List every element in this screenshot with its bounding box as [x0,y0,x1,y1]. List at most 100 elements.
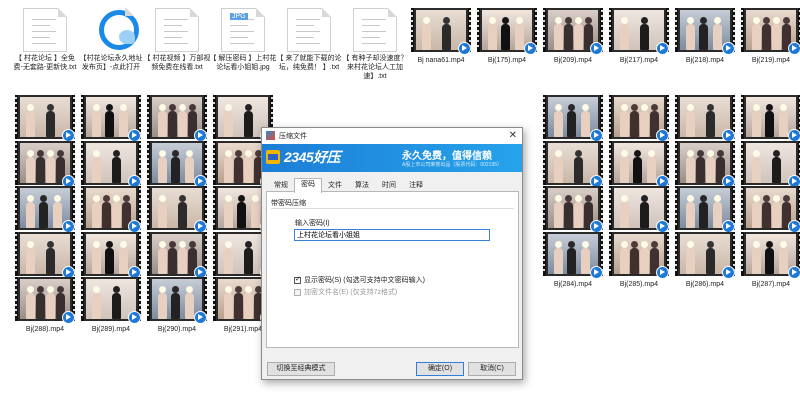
text-line [32,19,56,20]
video-thumbnail [675,232,735,279]
video-file[interactable]: Bj(277).mp4 [147,232,207,288]
show-password-checkbox[interactable] [294,275,301,284]
person-figure [574,202,583,228]
video-file[interactable]: Bj(273).mp4 [15,232,75,288]
video-file[interactable]: Bj(257).mp4 [15,186,75,242]
person-figure [686,202,695,228]
dialog-titlebar[interactable]: 压缩文件 ✕ [262,128,522,144]
video-file[interactable]: Bj(284).mp4 [543,232,603,288]
video-file[interactable]: Bj(254).mp4 [675,141,735,197]
person-figure [580,111,590,137]
video-thumbnail [741,95,800,142]
video-thumbnail [543,141,603,188]
ok-button[interactable]: 确定(O) [416,362,464,376]
file-name: Bj(175).mp4 [487,57,527,64]
person-figure [168,111,177,137]
video-file[interactable]: Bj(240).mp4 [147,141,207,197]
video-file[interactable]: Bj(175).mp4 [477,8,537,64]
video-file[interactable]: Bj(232).mp4 [675,95,735,151]
person-figure [620,111,629,137]
video-file[interactable]: Bj(285).mp4 [609,232,669,288]
text-file[interactable]: 【 村花论坛 】全免费-无套路-更新快.txt [14,8,77,71]
video-file[interactable]: Bj(274).mp4 [81,232,141,288]
video-file[interactable]: Bj(260).mp4 [147,186,207,242]
video-file[interactable]: Bj nana61.mp4 [411,8,471,64]
group-divider [271,208,514,209]
text-line [362,37,380,38]
close-icon[interactable]: ✕ [509,130,517,141]
video-file[interactable]: Bj(253).mp4 [609,141,669,197]
video-file[interactable]: Bj(233).mp4 [741,95,800,151]
person-figure [158,157,167,183]
person-figure [224,293,233,319]
person-figure [567,248,577,274]
video-file[interactable]: Bj(217).mp4 [609,8,669,64]
video-file[interactable]: Bj(290).mp4 [147,277,207,333]
video-file[interactable]: Bj(209).mp4 [543,8,603,64]
browser-drop-icon [119,30,135,44]
video-file[interactable]: Bj(220).mp4 [15,95,75,151]
video-thumbnail [543,95,603,142]
video-file[interactable]: Bj(235).mp4 [81,141,141,197]
video-file[interactable]: Bj(286).mp4 [675,232,735,288]
person-figure [158,111,167,137]
person-figure [105,111,115,137]
person-figure [762,202,771,228]
file-name: Bj(288).mp4 [25,326,65,333]
video-file[interactable]: Bj(269).mp4 [741,186,800,242]
person-figure [762,24,771,50]
play-badge-icon [128,311,141,324]
encrypt-filenames-label: 加密文件名(E) (仅支持7z格式) [304,289,398,296]
person-figure [564,24,573,50]
image-file[interactable]: JPG 【 解压密码 】上村花论坛看小姐姐.jpg [210,8,276,71]
tab-1[interactable]: 密码 [294,178,322,193]
video-thumbnail [609,141,669,188]
text-file[interactable]: 【 村花视频 】万部视频免费在线看.txt [144,8,210,71]
video-file[interactable]: Bj(221).mp4 [81,95,141,151]
person-figure [26,202,35,228]
switch-classic-mode-button[interactable]: 切换至经典模式 [267,362,335,376]
person-figure [752,157,761,183]
person-figure [422,24,431,50]
video-file[interactable]: Bj(289).mp4 [81,277,141,333]
person-figure [26,293,35,319]
video-file[interactable]: Bj(219).mp4 [741,8,800,64]
text-file[interactable]: 【 来了就能下载的论坛，纯免费！ 】.txt [277,8,341,71]
person-figure [224,157,233,183]
video-file[interactable]: Bj(266).mp4 [543,186,603,242]
video-thumbnail [15,232,75,279]
video-file[interactable]: Bj(230).mp4 [609,95,669,151]
video-file[interactable]: Bj(288).mp4 [15,277,75,333]
app-icon [266,131,275,140]
video-file[interactable]: Bj(287).mp4 [741,232,800,288]
video-file[interactable]: Bj(223).mp4 [147,95,207,151]
video-file[interactable]: Bj(252).mp4 [543,141,603,197]
play-badge-icon [62,311,75,324]
encrypt-filenames-checkbox [294,289,301,296]
video-file[interactable]: Bj(229).mp4 [543,95,603,151]
ad-banner[interactable]: 2345好压 永久免费，值得信赖 A股上市公司荣誉出品（股票代码：002195） [262,144,522,172]
person-figure [244,111,253,137]
video-file[interactable]: Bj(268).mp4 [675,186,735,242]
video-file[interactable]: Bj(234).mp4 [15,141,75,197]
person-figure [244,248,253,274]
person-figure [699,24,709,50]
video-file[interactable]: Bj(256).mp4 [741,141,800,197]
person-figure [574,24,583,50]
cancel-button[interactable]: 取消(C) [468,362,516,376]
video-thumbnail [477,8,537,55]
file-name: Bj(286).mp4 [685,281,725,288]
video-thumbnail [147,95,207,142]
person-figure [112,293,121,319]
text-line [230,37,248,38]
video-file[interactable]: Bj(218).mp4 [675,8,735,64]
video-thumbnail [609,186,669,233]
video-file[interactable]: Bj(259).mp4 [81,186,141,242]
file-name: 【 有种子却没速度？来村花论坛人工加速】.txt [342,55,408,80]
text-file[interactable]: 【 有种子却没速度？来村花论坛人工加速】.txt [343,8,407,80]
shortcut-file[interactable]: 【村花论坛永久地址发布页】-点此打开 [80,7,143,71]
video-thumbnail [741,141,800,188]
video-file[interactable]: Bj(267).mp4 [609,186,669,242]
password-input[interactable] [294,229,490,241]
person-figure [36,157,45,183]
